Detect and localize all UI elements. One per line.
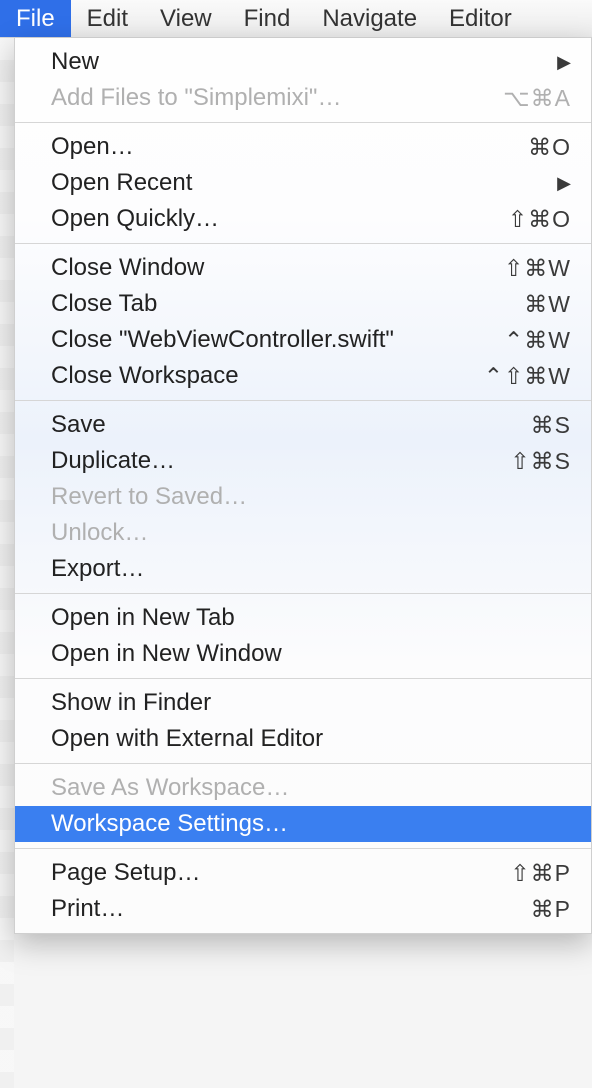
menu-label: Show in Finder: [51, 689, 571, 717]
submenu-arrow-icon: ▶: [557, 52, 571, 73]
menubar-item-view[interactable]: View: [144, 0, 228, 37]
menu-separator: [15, 243, 591, 244]
menu-separator: [15, 400, 591, 401]
menu-label: Close Window: [51, 254, 461, 282]
menu-item-print[interactable]: Print… ⌘P: [15, 891, 591, 927]
menu-shortcut: ⇧⌘P: [461, 860, 571, 887]
menu-separator: [15, 848, 591, 849]
menu-label: Save As Workspace…: [51, 774, 571, 802]
menu-label: Open Recent: [51, 169, 549, 197]
menubar-item-edit[interactable]: Edit: [71, 0, 144, 37]
menu-label: Export…: [51, 555, 571, 583]
menu-shortcut: ⌘P: [461, 896, 571, 923]
menu-label: Duplicate…: [51, 447, 461, 475]
menu-label: Unlock…: [51, 519, 571, 547]
menubar-item-find[interactable]: Find: [228, 0, 307, 37]
menu-item-page-setup[interactable]: Page Setup… ⇧⌘P: [15, 855, 591, 891]
menu-shortcut: ⌘S: [461, 412, 571, 439]
menu-label: New: [51, 48, 549, 76]
menu-separator: [15, 122, 591, 123]
menu-shortcut: ⇧⌘W: [461, 255, 571, 282]
menu-label: Open…: [51, 133, 461, 161]
menu-label: Close Tab: [51, 290, 461, 318]
menu-item-export[interactable]: Export…: [15, 551, 591, 587]
submenu-arrow-icon: ▶: [557, 173, 571, 194]
menu-label: Open with External Editor: [51, 725, 571, 753]
menu-item-close-window[interactable]: Close Window ⇧⌘W: [15, 250, 591, 286]
menu-item-open[interactable]: Open… ⌘O: [15, 129, 591, 165]
menu-label: Open in New Tab: [51, 604, 571, 632]
menu-item-close-file[interactable]: Close "WebViewController.swift" ⌃⌘W: [15, 322, 591, 358]
menubar-item-navigate[interactable]: Navigate: [306, 0, 433, 37]
file-menu: New ▶ Add Files to "Simplemixi"… ⌥⌘A Ope…: [14, 38, 592, 934]
menu-label: Page Setup…: [51, 859, 461, 887]
menu-item-open-recent[interactable]: Open Recent ▶: [15, 165, 591, 201]
menubar: File Edit View Find Navigate Editor: [0, 0, 592, 38]
menu-label: Close Workspace: [51, 362, 461, 390]
menu-shortcut: ⌃⇧⌘W: [461, 363, 571, 390]
menu-item-save[interactable]: Save ⌘S: [15, 407, 591, 443]
menu-shortcut: ⌘O: [461, 134, 571, 161]
menu-item-open-quickly[interactable]: Open Quickly… ⇧⌘O: [15, 201, 591, 237]
menu-item-open-new-window[interactable]: Open in New Window: [15, 636, 591, 672]
menu-label: Save: [51, 411, 461, 439]
menu-shortcut: ⇧⌘S: [461, 448, 571, 475]
menu-item-close-tab[interactable]: Close Tab ⌘W: [15, 286, 591, 322]
menu-label: Print…: [51, 895, 461, 923]
menu-item-open-new-tab[interactable]: Open in New Tab: [15, 600, 591, 636]
menubar-item-file[interactable]: File: [0, 0, 71, 37]
menu-shortcut: ⇧⌘O: [461, 206, 571, 233]
menu-item-revert: Revert to Saved…: [15, 479, 591, 515]
background-gutter: [0, 38, 14, 1088]
menu-shortcut: ⌥⌘A: [461, 85, 571, 112]
menu-item-add-files: Add Files to "Simplemixi"… ⌥⌘A: [15, 80, 591, 116]
menu-item-duplicate[interactable]: Duplicate… ⇧⌘S: [15, 443, 591, 479]
menu-label: Open Quickly…: [51, 205, 461, 233]
menubar-item-editor[interactable]: Editor: [433, 0, 528, 37]
menu-item-save-as-workspace: Save As Workspace…: [15, 770, 591, 806]
menu-label: Close "WebViewController.swift": [51, 326, 461, 354]
menu-separator: [15, 763, 591, 764]
menu-label: Add Files to "Simplemixi"…: [51, 84, 461, 112]
menu-shortcut: ⌘W: [461, 291, 571, 318]
menu-item-workspace-settings[interactable]: Workspace Settings…: [15, 806, 591, 842]
menu-label: Workspace Settings…: [51, 810, 571, 838]
menu-label: Revert to Saved…: [51, 483, 571, 511]
menu-separator: [15, 593, 591, 594]
menu-item-show-in-finder[interactable]: Show in Finder: [15, 685, 591, 721]
menu-item-close-workspace[interactable]: Close Workspace ⌃⇧⌘W: [15, 358, 591, 394]
menu-item-new[interactable]: New ▶: [15, 44, 591, 80]
menu-shortcut: ⌃⌘W: [461, 327, 571, 354]
menu-item-unlock: Unlock…: [15, 515, 591, 551]
menu-item-open-external-editor[interactable]: Open with External Editor: [15, 721, 591, 757]
menu-separator: [15, 678, 591, 679]
menu-label: Open in New Window: [51, 640, 571, 668]
